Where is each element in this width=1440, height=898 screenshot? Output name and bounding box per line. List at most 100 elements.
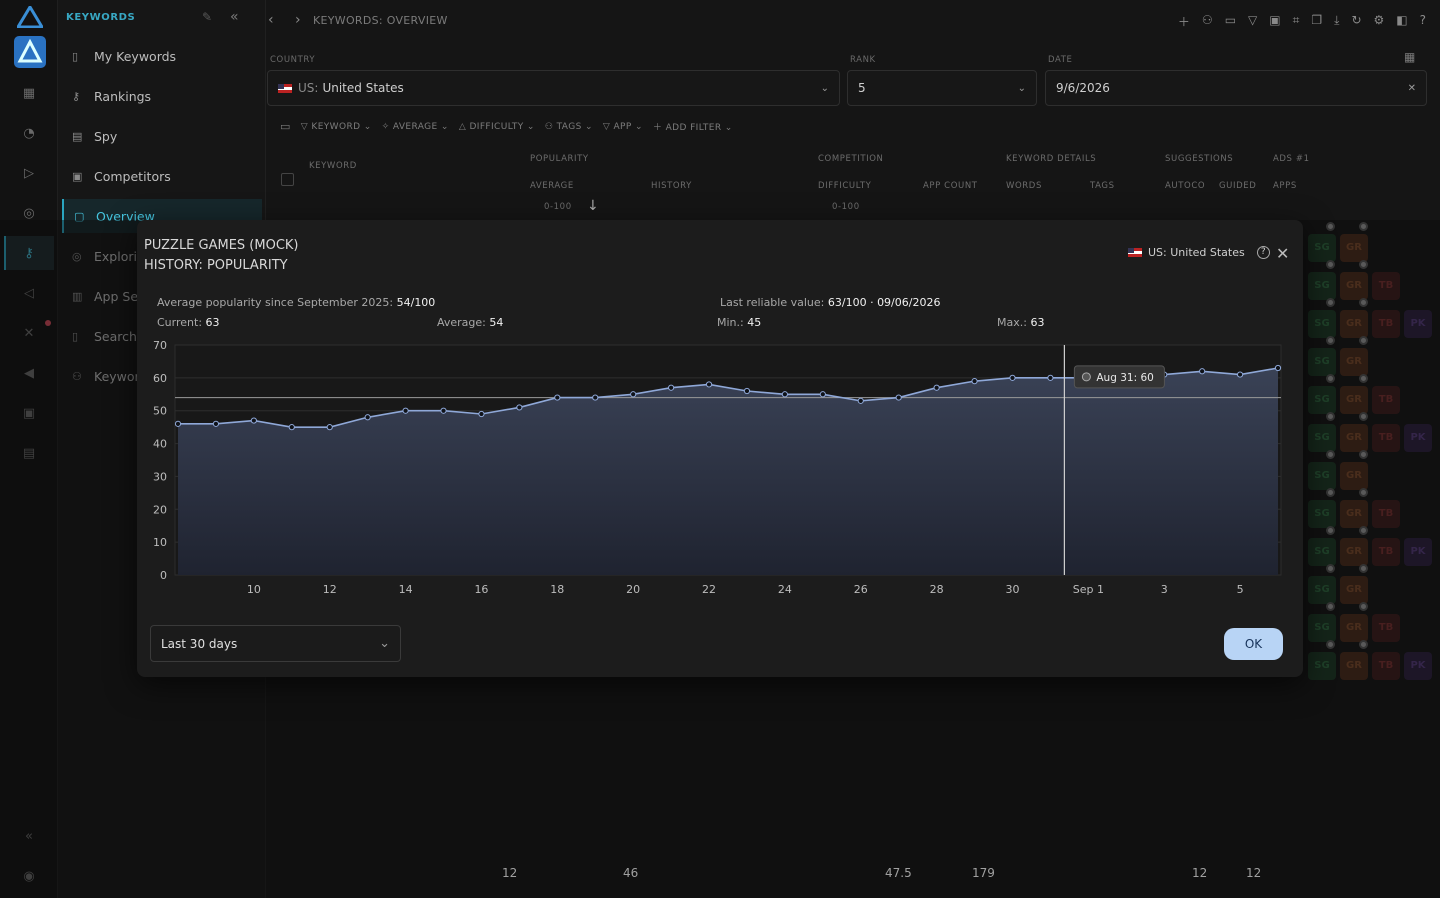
- data-point: [478, 410, 485, 418]
- popularity-chart[interactable]: 0 10 20 30 40 50 60 70 10 12 14 16 18 20 22 24 26 28 30 Sep…: [140, 335, 1300, 600]
- data-point: [819, 391, 826, 398]
- keyword-header[interactable]: KEYWORD: [309, 161, 357, 171]
- col-app-count[interactable]: APP COUNT: [923, 181, 978, 191]
- col-guided[interactable]: GUIDED: [1219, 181, 1256, 191]
- data-point: [288, 424, 295, 431]
- modal-title-metric: HISTORY: POPULARITY: [144, 258, 288, 273]
- sort-down-icon[interactable]: ↓: [587, 198, 599, 214]
- apple-icon[interactable]: ◔: [20, 125, 38, 143]
- chevron-down-icon: ⌄: [820, 82, 829, 94]
- total-autocomplete: 12: [1192, 866, 1208, 880]
- share-icon[interactable]: ⚇: [1202, 13, 1213, 30]
- y-tick-label: 40: [153, 438, 167, 451]
- stat-value: 54/100: [396, 296, 436, 309]
- car-icon[interactable]: ▭: [1225, 13, 1236, 30]
- country-select[interactable]: US: United States ⌄: [267, 70, 840, 106]
- close-icon[interactable]: ✕: [1276, 244, 1289, 263]
- download-icon[interactable]: ⤓: [1334, 13, 1339, 30]
- tooltip-marker: [1081, 372, 1091, 382]
- y-tick-label: 10: [153, 536, 167, 549]
- data-point: [895, 394, 902, 401]
- nav-item-my-keywords[interactable]: ▯ My Keywords: [62, 39, 262, 73]
- filter-icon[interactable]: ▽: [1248, 13, 1257, 30]
- rank-select[interactable]: 5 ⌄: [847, 70, 1037, 106]
- x-tick-label: 28: [930, 583, 944, 596]
- bookmark-icon: ▯: [72, 49, 79, 63]
- chip-add-filter[interactable]: ＋ ADD FILTER ⌄: [653, 120, 733, 133]
- range-value: Last 30 days: [161, 636, 238, 651]
- key-icon: ⚷: [72, 89, 81, 103]
- nav-item-rankings[interactable]: ⚷ Rankings: [62, 79, 262, 113]
- nav-item-spy[interactable]: ▤ Spy: [62, 119, 262, 153]
- col-autocomplete[interactable]: AUTOCO: [1165, 181, 1205, 191]
- ok-button[interactable]: OK: [1224, 628, 1283, 660]
- country-label: COUNTRY: [270, 55, 316, 65]
- grid-icon[interactable]: ▦: [20, 85, 38, 103]
- country-value: United States: [322, 81, 404, 95]
- scan-icon[interactable]: ⌗: [1293, 13, 1300, 30]
- add-icon[interactable]: ＋: [1178, 13, 1190, 30]
- x-tick-label: 5: [1237, 583, 1244, 596]
- panel-icon[interactable]: ◧: [1396, 13, 1407, 30]
- x-tick-label: 10: [247, 583, 261, 596]
- chip-tags[interactable]: ⚇ TAGS ⌄: [545, 122, 593, 132]
- calendar-icon[interactable]: ▦: [1404, 50, 1415, 64]
- copy-icon[interactable]: ❐: [1311, 13, 1322, 30]
- data-point: [326, 424, 333, 431]
- group-competition: COMPETITION: [818, 154, 884, 164]
- chip-average[interactable]: ✧ AVERAGE ⌄: [382, 122, 449, 132]
- x-tick-label: 18: [550, 583, 564, 596]
- clear-icon[interactable]: ✕: [1408, 83, 1416, 94]
- stat-label: Average:: [437, 316, 486, 329]
- range-select[interactable]: Last 30 days ⌄: [150, 625, 401, 662]
- data-point: [705, 381, 713, 388]
- col-words[interactable]: WORDS: [1006, 181, 1042, 191]
- col-tags[interactable]: TAGS: [1090, 181, 1115, 191]
- data-point: [592, 394, 599, 401]
- stat-label: Last reliable value:: [720, 296, 825, 309]
- country-prefix: US:: [298, 81, 319, 95]
- col-difficulty[interactable]: DIFFICULTY: [818, 181, 871, 191]
- car-filter-icon[interactable]: ▭: [280, 120, 291, 133]
- app-logo[interactable]: [15, 4, 45, 29]
- chip-difficulty[interactable]: △ DIFFICULTY ⌄: [459, 122, 535, 132]
- group-popularity: POPULARITY: [530, 154, 589, 164]
- x-tick-label: 3: [1161, 583, 1168, 596]
- data-point: [971, 378, 978, 385]
- data-point: [1047, 374, 1054, 381]
- data-point: [933, 384, 940, 391]
- y-tick-label: 60: [153, 372, 167, 385]
- x-tick-label: 12: [323, 583, 337, 596]
- settings-icon[interactable]: ⚙: [1374, 13, 1385, 30]
- group-ads: ADS #1: [1273, 154, 1310, 164]
- data-point: [250, 417, 257, 424]
- col-average[interactable]: AVERAGE: [530, 181, 574, 191]
- col-apps[interactable]: APPS: [1273, 181, 1297, 191]
- col-history[interactable]: HISTORY: [651, 181, 692, 191]
- x-tick-label: 20: [626, 583, 640, 596]
- back-arrow-icon[interactable]: ‹: [268, 12, 274, 28]
- data-point: [743, 387, 751, 395]
- date-input[interactable]: 9/6/2026 ✕: [1045, 70, 1427, 106]
- edit-icon[interactable]: ✎: [202, 10, 212, 24]
- modal-title: PUZZLE GAMES (MOCK) HISTORY: POPULARITY: [144, 236, 299, 276]
- us-flag-icon: [1128, 248, 1142, 257]
- select-all-checkbox[interactable]: [281, 173, 294, 186]
- forward-arrow-icon[interactable]: ›: [295, 12, 301, 28]
- play-icon[interactable]: ▷: [20, 165, 38, 183]
- workspace-avatar[interactable]: [14, 36, 46, 68]
- data-point: [212, 420, 220, 427]
- date-value: 9/6/2026: [1056, 81, 1110, 95]
- help-circle-icon[interactable]: ?: [1256, 246, 1270, 259]
- chip-keyword[interactable]: ▽ KEYWORD ⌄: [301, 122, 372, 132]
- stack-icon[interactable]: ▣: [1269, 13, 1280, 30]
- data-point: [174, 420, 182, 427]
- nav-item-competitors[interactable]: ▣ Competitors: [62, 159, 262, 193]
- help-icon[interactable]: ?: [1420, 13, 1426, 30]
- collapse-nav-icon[interactable]: «: [230, 9, 239, 25]
- chevron-down-icon: ⌄: [1017, 82, 1026, 94]
- data-point: [364, 414, 371, 421]
- chip-app[interactable]: ▽ APP ⌄: [603, 122, 643, 132]
- refresh-icon[interactable]: ↻: [1351, 13, 1361, 30]
- total-average: 12: [502, 866, 518, 880]
